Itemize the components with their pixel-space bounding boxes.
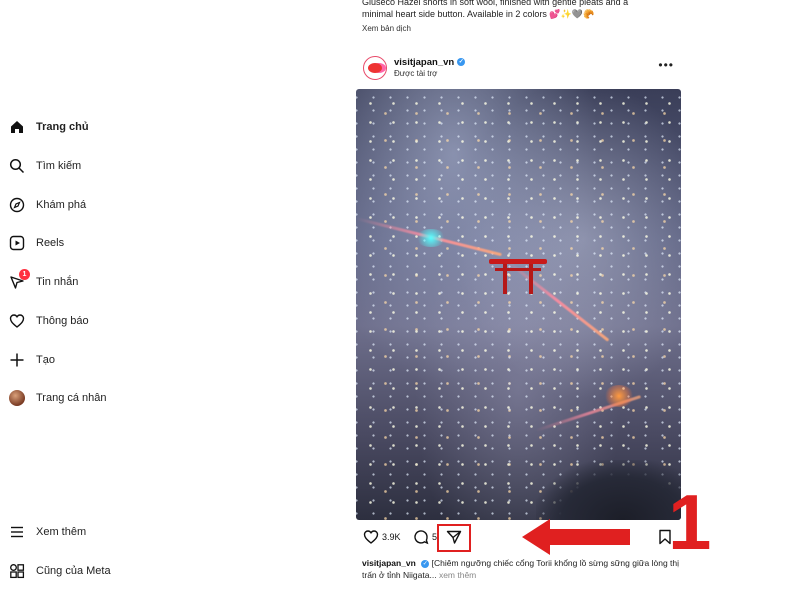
sidebar-item-reels[interactable]: Reels <box>8 230 64 256</box>
sidebar-item-label: Tạo <box>36 354 55 366</box>
search-icon <box>8 157 26 175</box>
plus-icon <box>8 351 26 369</box>
compass-icon <box>8 196 26 214</box>
tree-silhouette <box>536 460 681 520</box>
sidebar-item-more[interactable]: Xem thêm <box>8 519 86 545</box>
profile-avatar <box>8 389 26 407</box>
cyan-light <box>416 229 446 247</box>
menu-icon <box>8 523 26 541</box>
caption-line: minimal heart side button. Available in … <box>362 9 595 19</box>
post-caption: visitjapan_vn ✓ [Chiêm ngưỡng chiếc cổng… <box>362 557 682 581</box>
sidebar-item-label: Reels <box>36 237 65 249</box>
comment-icon <box>414 530 429 545</box>
orange-light <box>604 385 634 407</box>
like-button[interactable]: 3.9K <box>363 529 401 545</box>
post-header: visitjapan_vn ✓ Được tài trợ ••• <box>360 56 680 82</box>
city-lights <box>356 89 681 520</box>
see-translation-link[interactable]: Xem bản dịch <box>362 23 682 35</box>
like-count: 3.9K <box>382 532 401 542</box>
verified-icon: ✓ <box>457 58 466 67</box>
meta-apps-icon <box>8 562 26 580</box>
home-icon <box>8 118 26 136</box>
sidebar-item-label: Cũng của Meta <box>36 565 111 577</box>
sidebar-item-messages[interactable]: 1 Tin nhắn <box>8 269 78 295</box>
more-options-icon[interactable]: ••• <box>658 58 674 72</box>
comment-button[interactable]: 5 <box>413 529 437 545</box>
torii-gate <box>489 259 547 295</box>
sidebar-item-explore[interactable]: Khám phá <box>8 192 86 218</box>
sidebar-item-meta[interactable]: Cũng của Meta <box>8 558 111 584</box>
heart-icon <box>8 312 26 330</box>
heart-icon <box>363 530 379 544</box>
messenger-icon: 1 <box>8 269 30 291</box>
post-image[interactable] <box>356 89 681 520</box>
sidebar-item-label: Tìm kiếm <box>36 160 82 172</box>
annotation-arrow-icon <box>522 519 630 555</box>
see-more-link[interactable]: xem thêm <box>439 570 476 580</box>
sidebar-item-create[interactable]: Tạo <box>8 347 55 373</box>
caption-line: Giuseco Hazel shorts in soft wool, finis… <box>362 0 629 7</box>
step-number: 1 <box>668 478 712 566</box>
post-action-bar: 3.9K 5 <box>360 527 680 551</box>
verified-icon: ✓ <box>421 559 430 568</box>
sidebar-item-label: Xem thêm <box>36 526 87 538</box>
sidebar-item-label: Thông báo <box>36 315 89 327</box>
reels-icon <box>8 234 26 252</box>
post-author-avatar[interactable] <box>363 56 387 80</box>
sidebar-item-label: Tin nhắn <box>36 276 79 288</box>
sidebar-item-label: Khám phá <box>36 199 87 211</box>
sidebar-item-label: Trang cá nhân <box>36 392 107 404</box>
post-username[interactable]: visitjapan_vn ✓ <box>394 57 466 68</box>
sidebar-item-home[interactable]: Trang chủ <box>8 114 89 140</box>
sidebar: Trang chủ Tìm kiếm Khám phá Reels 1 Tin … <box>0 0 140 598</box>
sponsored-label: Được tài trợ <box>394 69 438 78</box>
highlight-box <box>437 524 471 552</box>
sidebar-item-notifications[interactable]: Thông báo <box>8 308 89 334</box>
sidebar-item-label: Trang chủ <box>36 121 89 133</box>
sidebar-item-search[interactable]: Tìm kiếm <box>8 153 81 179</box>
caption-username[interactable]: visitjapan_vn <box>362 558 416 568</box>
previous-post-caption: Giuseco Hazel shorts in soft wool, finis… <box>362 0 682 35</box>
notification-badge: 1 <box>19 269 30 280</box>
sidebar-item-profile[interactable]: Trang cá nhân <box>8 385 107 411</box>
